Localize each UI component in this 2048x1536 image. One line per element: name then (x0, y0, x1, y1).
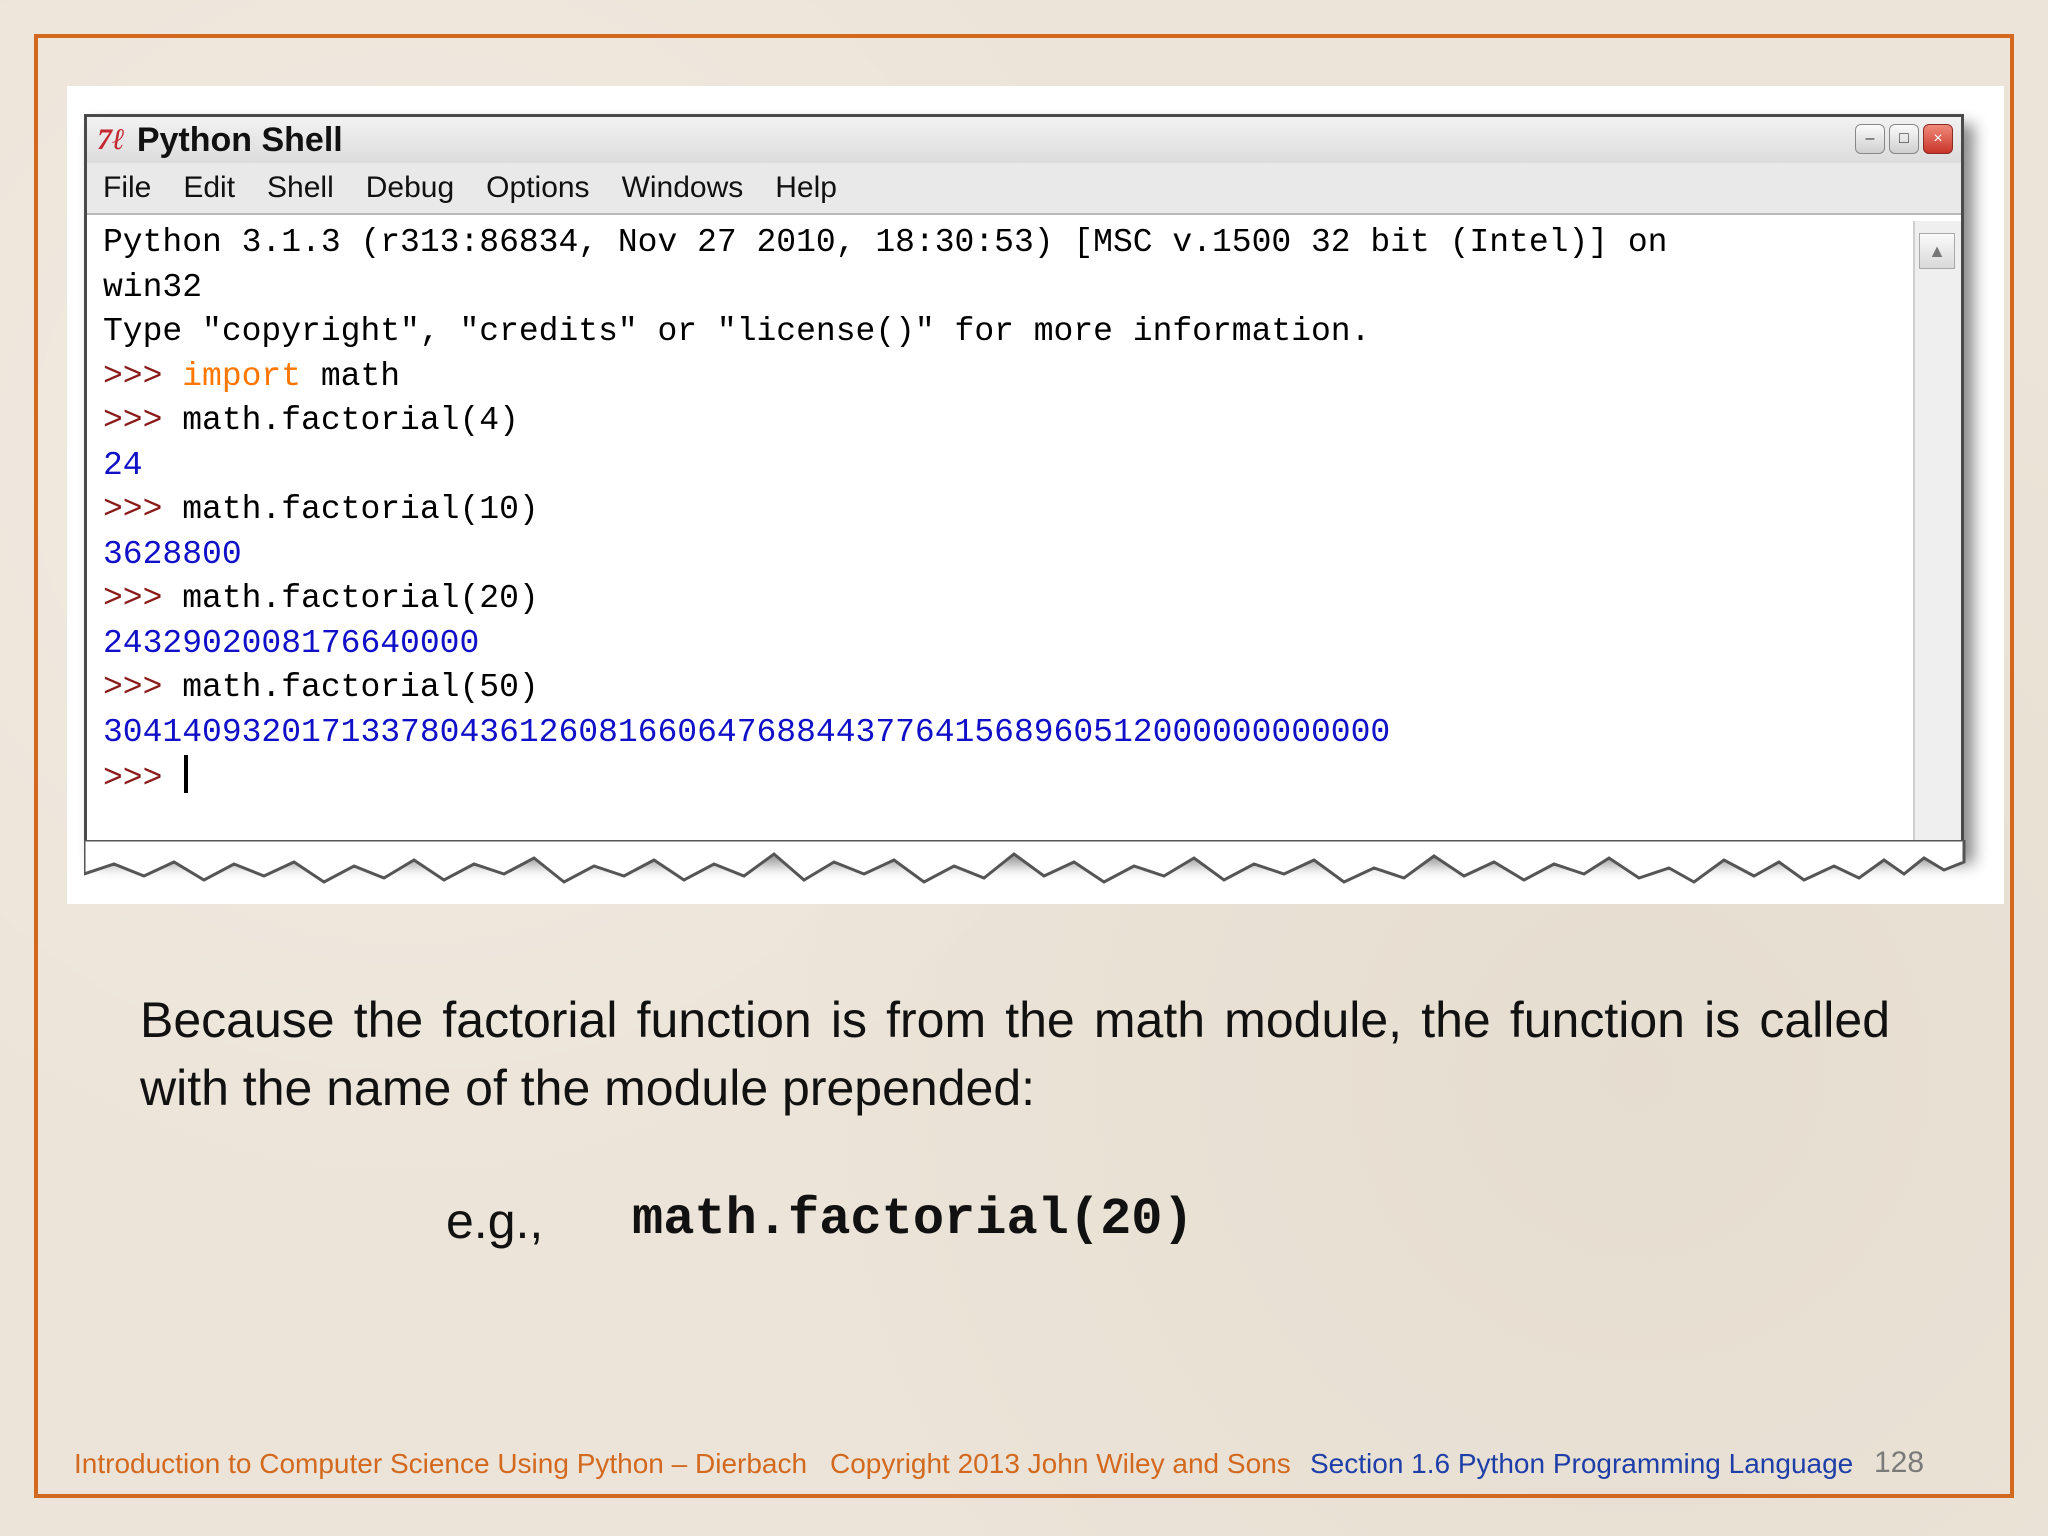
shell-prompt: >>> (103, 357, 183, 395)
footer-copyright: Copyright 2013 John Wiley and Sons (830, 1448, 1291, 1479)
menu-debug[interactable]: Debug (366, 171, 454, 205)
page-number: 128 (1874, 1446, 1925, 1479)
vertical-scrollbar[interactable]: ▲ (1913, 221, 1961, 854)
menu-edit[interactable]: Edit (183, 171, 235, 205)
shell-line: Python 3.1.3 (r313:86834, Nov 27 2010, 1… (103, 221, 1911, 266)
footer-section: Section 1.6 Python Programming Language (1310, 1448, 1854, 1479)
python-shell-window: 7ℓ Python Shell – □ × File Edit Shell De… (84, 114, 1964, 854)
shell-line: 24 (103, 444, 1911, 489)
shell-line: >>> math.factorial(4) (103, 399, 1911, 444)
maximize-button[interactable]: □ (1889, 124, 1919, 154)
shell-output: 3628800 (103, 535, 242, 573)
menu-file[interactable]: File (103, 171, 151, 205)
shell-output: 24 (103, 446, 143, 484)
shell-text: math.factorial(20) (182, 580, 539, 617)
shell-text: math.factorial(50) (182, 669, 539, 706)
shell-line: >>> (103, 755, 1911, 794)
title-bar[interactable]: 7ℓ Python Shell – □ × (87, 117, 1961, 163)
scroll-up-arrow-icon[interactable]: ▲ (1919, 233, 1955, 269)
shell-line: 3628800 (103, 533, 1911, 578)
shell-line: >>> import math (103, 355, 1911, 400)
menu-bar: File Edit Shell Debug Options Windows He… (87, 163, 1961, 215)
shell-prompt: >>> (103, 760, 183, 794)
menu-shell[interactable]: Shell (267, 171, 334, 205)
shell-line: >>> math.factorial(50) (103, 666, 1911, 711)
shell-prompt: >>> (103, 402, 183, 439)
menu-windows[interactable]: Windows (622, 171, 744, 205)
shell-text: import (182, 357, 302, 395)
menu-options[interactable]: Options (486, 171, 589, 205)
shell-line: 3041409320171337804361260816606476884437… (103, 711, 1911, 756)
shell-line: >>> math.factorial(10) (103, 488, 1911, 533)
shell-prompt: >>> (103, 669, 183, 706)
shell-text-area[interactable]: Python 3.1.3 (r313:86834, Nov 27 2010, 1… (93, 221, 1911, 794)
example-code: math.factorial(20) (632, 1190, 1194, 1249)
shell-line: >>> math.factorial(20) (103, 577, 1911, 622)
shell-line: win32 (103, 266, 1911, 311)
shell-line: Type "copyright", "credits" or "license(… (103, 310, 1911, 355)
shell-output: 2432902008176640000 (103, 624, 480, 662)
shell-prompt: >>> (103, 580, 183, 617)
menu-help[interactable]: Help (775, 171, 837, 205)
shell-output: 3041409320171337804361260816606476884437… (103, 713, 1391, 751)
example-label: e.g., (446, 1193, 544, 1249)
shell-line: 2432902008176640000 (103, 622, 1911, 667)
close-button[interactable]: × (1923, 124, 1953, 154)
shell-text: win32 (103, 268, 203, 306)
shell-text: math.factorial(4) (182, 402, 519, 439)
window-controls: – □ × (1855, 124, 1953, 154)
footer-book: Introduction to Computer Science Using P… (74, 1448, 808, 1479)
shell-text: Python 3.1.3 (r313:86834, Nov 27 2010, 1… (103, 224, 1668, 261)
shell-text: math (301, 357, 401, 395)
window-title: Python Shell (136, 120, 343, 159)
shell-prompt: >>> (103, 491, 183, 528)
text-cursor (184, 755, 189, 793)
shell-text: math.factorial(10) (182, 491, 539, 528)
slide-body-text: Because the factorial function is from t… (140, 992, 1890, 1116)
shell-text: Type "copyright", "credits" or "license(… (103, 313, 1371, 350)
minimize-button[interactable]: – (1855, 124, 1885, 154)
torn-edge (84, 840, 1966, 884)
tk-icon: 7ℓ (97, 123, 125, 156)
